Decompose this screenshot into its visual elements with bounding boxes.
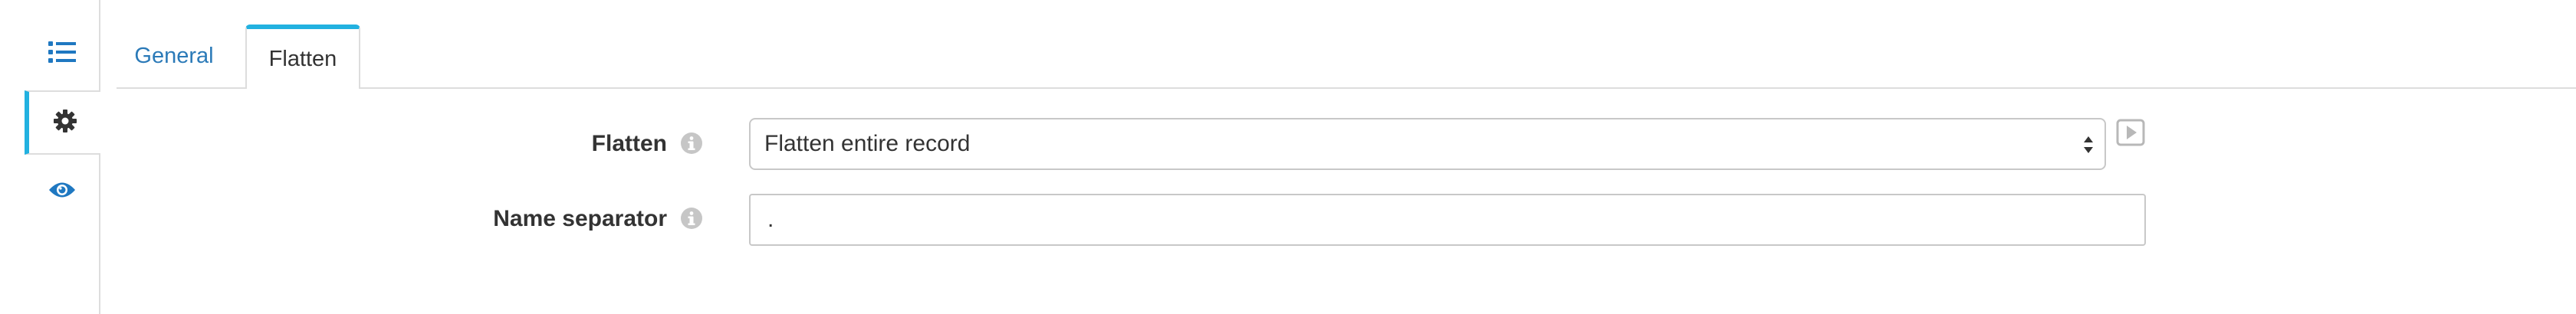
tab-general[interactable]: General: [117, 25, 232, 87]
eye-icon: [48, 180, 76, 204]
sidebar-item-settings[interactable]: [25, 90, 100, 155]
list-icon: [48, 41, 76, 67]
select-arrows-icon: [2083, 133, 2094, 162]
play-icon[interactable]: [2116, 119, 2145, 150]
sidebar-rail: [0, 0, 100, 314]
tab-flatten[interactable]: Flatten: [245, 25, 360, 89]
tab-bar: General Flatten: [117, 0, 2576, 89]
name-separator-label: Name separator: [493, 206, 667, 231]
info-icon[interactable]: [680, 132, 703, 159]
flatten-select-value: Flatten entire record: [764, 131, 971, 156]
name-separator-input[interactable]: [749, 194, 2146, 246]
gear-icon: [53, 109, 77, 137]
flatten-label: Flatten: [591, 131, 667, 156]
sidebar-item-list[interactable]: [25, 21, 99, 86]
flatten-select[interactable]: Flatten entire record: [749, 118, 2106, 170]
sidebar-item-preview[interactable]: [25, 159, 99, 224]
info-icon[interactable]: [680, 207, 703, 234]
